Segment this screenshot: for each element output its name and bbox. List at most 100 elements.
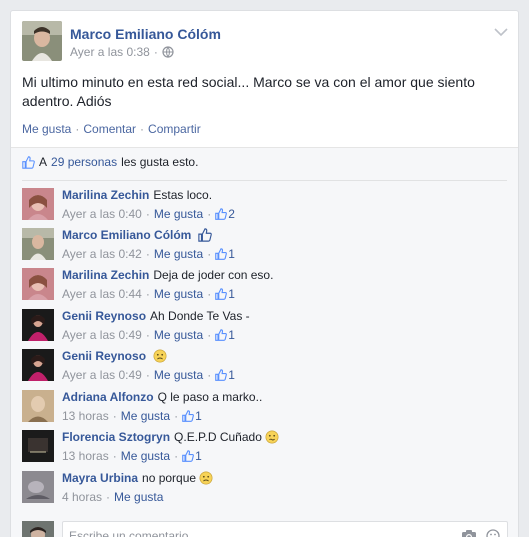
comment-body: Genii Reynoso xyxy=(62,349,167,363)
comment-like-count[interactable]: 1 xyxy=(182,409,202,423)
commenter-avatar[interactable] xyxy=(22,268,54,300)
commenter-avatar[interactable] xyxy=(22,228,54,260)
comment-body: Florencia Sztogryn Q.E.P.D Cuñado xyxy=(62,430,279,444)
commenter-avatar[interactable] xyxy=(22,349,54,381)
likes-summary: A 29 personas les gusta esto. xyxy=(22,155,198,169)
comment-item: Marilina Zechin Deja de joder con eso. A… xyxy=(22,268,502,304)
comment-text: Q.E.P.D Cuñado xyxy=(174,430,262,444)
comment-like-count[interactable]: 1 xyxy=(215,247,235,261)
comment-like-button[interactable]: Me gusta xyxy=(154,328,203,342)
comment-timestamp[interactable]: 13 horas xyxy=(62,449,109,463)
comment-input-box xyxy=(62,521,508,537)
divider xyxy=(22,180,507,181)
commenter-name[interactable]: Marilina Zechin xyxy=(62,268,149,282)
frown-icon xyxy=(153,349,167,363)
meta-separator: · xyxy=(145,328,150,342)
like-action[interactable]: Me gusta xyxy=(22,122,71,136)
post-timestamp[interactable]: Ayer a las 0:38 xyxy=(70,45,150,59)
viewer-avatar xyxy=(22,521,54,537)
post-text: Mi ultimo minuto en esta red social... M… xyxy=(22,74,475,109)
thumbs-up-icon xyxy=(198,228,213,242)
meta-separator: · xyxy=(207,368,212,382)
post-meta: Ayer a las 0:38 · xyxy=(70,45,174,59)
commenter-avatar[interactable] xyxy=(22,390,54,422)
comment-body: Marco Emiliano Cólóm xyxy=(62,228,213,242)
comment-item: Adriana Alfonzo Q le paso a marko.. 13 h… xyxy=(22,390,502,426)
commenter-avatar[interactable] xyxy=(22,471,54,503)
post-actions: Me gusta · Comentar · Compartir xyxy=(22,122,201,136)
comment-text: no porque xyxy=(142,471,197,485)
commenter-name[interactable]: Genii Reynoso xyxy=(62,349,146,363)
meta-separator: · xyxy=(112,449,117,463)
commenter-name[interactable]: Adriana Alfonzo xyxy=(62,390,154,404)
meta-separator: · xyxy=(145,368,150,382)
post-header: Marco Emiliano Cólóm Ayer a las 0:38 · xyxy=(22,21,508,65)
comment-timestamp[interactable]: Ayer a las 0:49 xyxy=(62,328,142,342)
commenter-name[interactable]: Marco Emiliano Cólóm xyxy=(62,228,191,242)
comment-body: Genii Reynoso Ah Donde Te Vas - xyxy=(62,309,250,323)
comment-text: Ah Donde Te Vas - xyxy=(150,309,250,323)
comment-like-button[interactable]: Me gusta xyxy=(154,207,203,221)
comment-body: Adriana Alfonzo Q le paso a marko.. xyxy=(62,390,262,404)
comment-timestamp[interactable]: Ayer a las 0:40 xyxy=(62,207,142,221)
thumbs-up-icon xyxy=(182,450,194,462)
comment-like-number: 1 xyxy=(228,368,235,382)
meta-separator: · xyxy=(153,45,158,59)
meta-separator: · xyxy=(174,409,179,423)
comment-like-number: 1 xyxy=(195,449,202,463)
comment-text: Estas loco. xyxy=(153,188,213,202)
comment-like-button[interactable]: Me gusta xyxy=(114,490,163,504)
comment-timestamp[interactable]: Ayer a las 0:42 xyxy=(62,247,142,261)
likes-people-link[interactable]: 29 personas xyxy=(51,155,117,169)
comment-meta: Ayer a las 0:49 · Me gusta · 1 xyxy=(62,328,235,342)
comment-like-button[interactable]: Me gusta xyxy=(121,409,170,423)
commenter-avatar[interactable] xyxy=(22,188,54,220)
comment-like-count[interactable]: 2 xyxy=(215,207,235,221)
comment-like-count[interactable]: 1 xyxy=(215,328,235,342)
commenter-name[interactable]: Marilina Zechin xyxy=(62,188,149,202)
commenter-avatar[interactable] xyxy=(22,430,54,462)
comment-like-button[interactable]: Me gusta xyxy=(154,247,203,261)
author-avatar[interactable] xyxy=(22,21,62,61)
meta-separator: · xyxy=(207,328,212,342)
comment-like-button[interactable]: Me gusta xyxy=(154,287,203,301)
comment-like-number: 1 xyxy=(228,287,235,301)
comment-like-count[interactable]: 1 xyxy=(215,368,235,382)
chevron-down-icon[interactable] xyxy=(494,27,508,37)
likes-suffix: les gusta esto. xyxy=(121,155,199,169)
commenter-name[interactable]: Genii Reynoso xyxy=(62,309,146,323)
comment-text: Deja de joder con eso. xyxy=(153,268,274,282)
comment-input[interactable] xyxy=(63,522,433,537)
confused-icon xyxy=(265,430,279,444)
comment-like-number: 1 xyxy=(195,409,202,423)
comment-like-count[interactable]: 1 xyxy=(215,287,235,301)
share-action[interactable]: Compartir xyxy=(148,122,201,136)
comment-action[interactable]: Comentar xyxy=(83,122,136,136)
globe-icon[interactable] xyxy=(162,46,174,58)
comment-item: Florencia Sztogryn Q.E.P.D Cuñado 13 hor… xyxy=(22,430,502,466)
comment-timestamp[interactable]: 4 horas xyxy=(62,490,102,504)
emoji-icon[interactable] xyxy=(486,529,500,537)
meta-separator: · xyxy=(207,247,212,261)
comment-item: Marco Emiliano Cólóm Ayer a las 0:42 · M… xyxy=(22,228,502,264)
comment-item: Mayra Urbina no porque 4 horas · Me gust… xyxy=(22,471,502,507)
camera-icon[interactable] xyxy=(461,529,477,537)
comment-item: Genii Reynoso Ayer a las 0:49 · Me gusta… xyxy=(22,349,502,385)
comment-timestamp[interactable]: 13 horas xyxy=(62,409,109,423)
action-separator: · xyxy=(75,122,80,136)
comment-meta: 13 horas · Me gusta · 1 xyxy=(62,409,202,423)
commenter-name[interactable]: Mayra Urbina xyxy=(62,471,138,485)
comment-like-button[interactable]: Me gusta xyxy=(154,368,203,382)
comment-meta: 13 horas · Me gusta · 1 xyxy=(62,449,202,463)
comment-meta: Ayer a las 0:49 · Me gusta · 1 xyxy=(62,368,235,382)
meta-separator: · xyxy=(207,287,212,301)
comment-timestamp[interactable]: Ayer a las 0:49 xyxy=(62,368,142,382)
post-author-name[interactable]: Marco Emiliano Cólóm xyxy=(70,26,221,42)
commenter-name[interactable]: Florencia Sztogryn xyxy=(62,430,170,444)
comment-timestamp[interactable]: Ayer a las 0:44 xyxy=(62,287,142,301)
frown-icon xyxy=(199,471,213,485)
thumbs-up-icon xyxy=(215,248,228,260)
commenter-avatar[interactable] xyxy=(22,309,54,341)
comment-like-button[interactable]: Me gusta xyxy=(121,449,170,463)
comment-like-count[interactable]: 1 xyxy=(182,449,202,463)
